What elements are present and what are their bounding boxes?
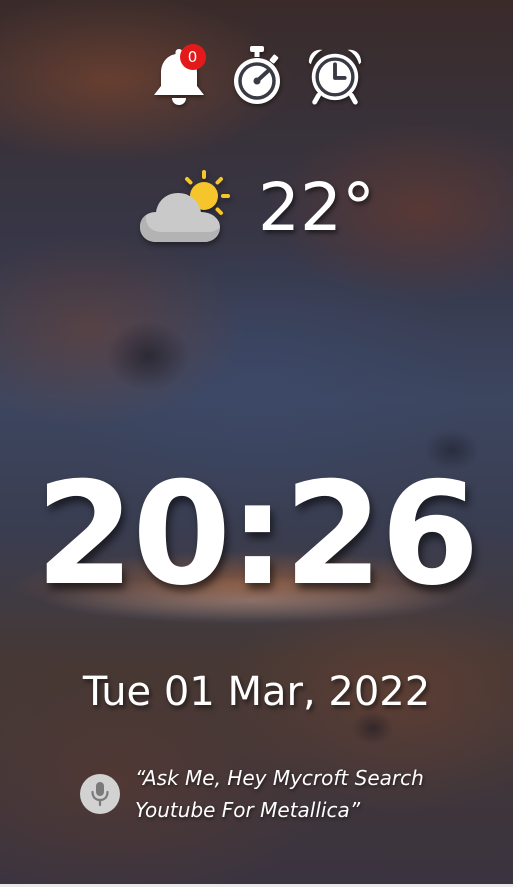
top-icon-bar: 0 <box>0 42 513 108</box>
voice-hint-text: “Ask Me, Hey Mycroft Search Youtube For … <box>135 762 424 826</box>
stopwatch-icon <box>233 46 280 104</box>
voice-hint[interactable]: “Ask Me, Hey Mycroft Search Youtube For … <box>80 762 500 826</box>
temperature-value: 22° <box>258 169 375 246</box>
weather-widget[interactable]: 22° <box>0 168 513 248</box>
voice-hint-line-1: “Ask Me, Hey Mycroft Search <box>135 766 424 790</box>
partly-cloudy-icon <box>140 170 230 242</box>
weather-icon-container <box>138 170 236 246</box>
microphone-button[interactable] <box>80 774 120 814</box>
timer-button[interactable] <box>227 42 287 108</box>
alarm-button[interactable] <box>305 42 365 108</box>
idle-screen: 0 22° 20:26 Tue 01 Mar, 2022 “Ask Me, He… <box>0 0 513 887</box>
microphone-icon <box>91 782 109 807</box>
notifications-button[interactable]: 0 <box>149 42 209 108</box>
notification-count-badge: 0 <box>179 44 206 70</box>
clock-time: 20:26 <box>35 452 479 617</box>
current-date: Tue 01 Mar, 2022 <box>82 669 431 715</box>
voice-hint-line-2: Youtube For Metallica” <box>135 798 361 822</box>
alarm-clock-icon <box>308 49 361 105</box>
